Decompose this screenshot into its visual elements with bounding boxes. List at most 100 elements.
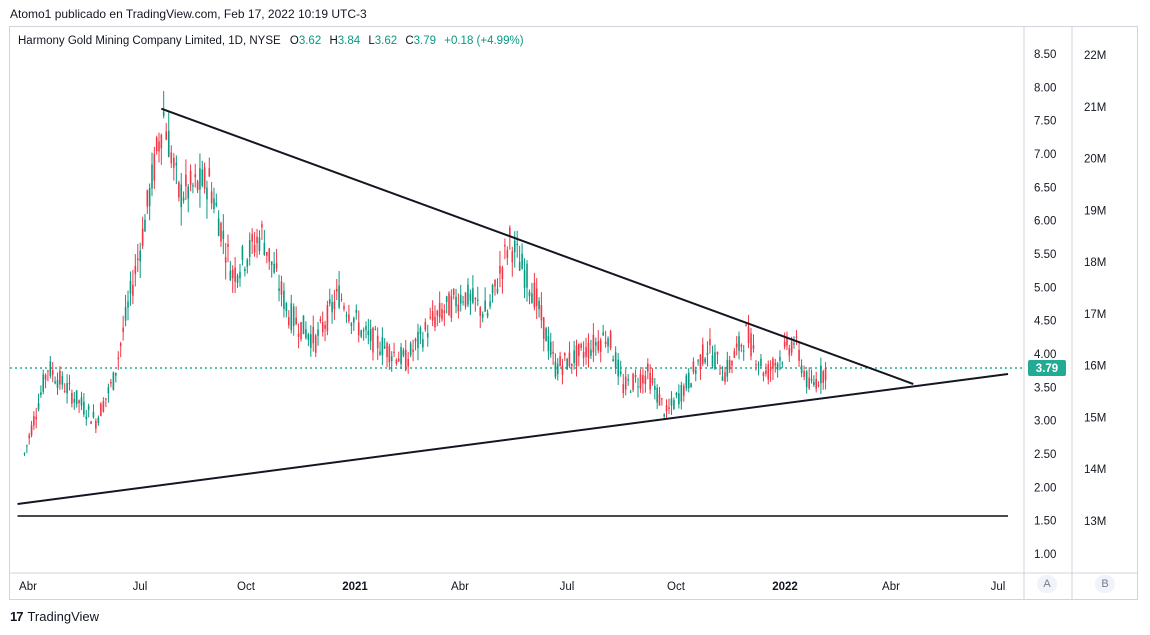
candle-body bbox=[721, 376, 724, 381]
price-tick-label: 2.50 bbox=[1034, 449, 1056, 461]
candle-body bbox=[639, 374, 642, 389]
candle-body bbox=[35, 416, 38, 420]
candle-body bbox=[280, 281, 283, 295]
candle-body bbox=[769, 369, 772, 371]
candle-body bbox=[760, 358, 762, 366]
candle-body bbox=[83, 401, 85, 415]
auto-scale-button[interactable]: A bbox=[1037, 575, 1057, 593]
candle-body bbox=[297, 333, 300, 337]
price-tick-label: 1.50 bbox=[1034, 516, 1056, 528]
tradingview-brand[interactable]: TradingView bbox=[27, 609, 99, 624]
candle-body bbox=[776, 363, 779, 370]
candle-body bbox=[779, 356, 781, 361]
candle-body bbox=[414, 338, 417, 342]
candle-body bbox=[731, 360, 733, 366]
volume-tick-label: 17M bbox=[1084, 309, 1106, 321]
volume-tick-label: 16M bbox=[1084, 361, 1106, 373]
candle-body bbox=[388, 346, 391, 363]
volume-tick-label: 18M bbox=[1084, 257, 1106, 269]
candle-body bbox=[467, 284, 469, 305]
candle-body bbox=[409, 343, 412, 356]
candle-body bbox=[158, 141, 160, 152]
candle-body bbox=[40, 392, 42, 395]
candle-body bbox=[215, 202, 218, 206]
candle-body bbox=[742, 350, 745, 352]
candle-body bbox=[798, 349, 800, 361]
candle-body bbox=[379, 351, 381, 355]
candle-body bbox=[369, 328, 372, 342]
candle-body bbox=[774, 363, 777, 366]
candle-body bbox=[592, 334, 595, 353]
candle-body bbox=[464, 292, 467, 307]
candle-body bbox=[180, 184, 183, 208]
candle-body bbox=[310, 334, 312, 348]
candle-body bbox=[185, 174, 187, 187]
candle-body bbox=[23, 453, 26, 455]
candle-body bbox=[526, 263, 528, 288]
candle-body bbox=[317, 329, 319, 336]
candle-body bbox=[302, 315, 305, 334]
candle-body bbox=[489, 301, 491, 307]
candle-body bbox=[438, 302, 441, 318]
candle-body bbox=[479, 307, 482, 316]
candle-body bbox=[563, 353, 566, 356]
candle-body bbox=[795, 336, 798, 338]
candle-body bbox=[139, 250, 141, 262]
candle-body bbox=[273, 264, 275, 273]
candle-body bbox=[474, 298, 477, 300]
price-tick-label: 8.00 bbox=[1034, 82, 1056, 94]
candle-body bbox=[469, 293, 472, 301]
candle-body bbox=[165, 131, 168, 140]
candle-body bbox=[314, 335, 317, 353]
price-tick-label: 1.00 bbox=[1034, 549, 1056, 561]
price-chart[interactable]: 8.50 8.00 7.50 7.00 6.50 6.00 5.50 5.00 4.50 4.00… bbox=[0, 0, 1150, 635]
candle-body bbox=[285, 303, 288, 312]
candle-body bbox=[670, 398, 673, 406]
log-scale-button[interactable]: B bbox=[1095, 575, 1115, 593]
candle-body bbox=[699, 354, 702, 370]
candle-body bbox=[153, 153, 156, 181]
price-tick-label: 4.50 bbox=[1034, 316, 1056, 328]
candle-body bbox=[144, 219, 146, 232]
candle-body bbox=[175, 162, 178, 166]
price-tick-label: 2.00 bbox=[1034, 482, 1056, 494]
candle-body bbox=[627, 379, 629, 381]
candle-body bbox=[604, 341, 607, 345]
candle-body bbox=[800, 365, 803, 373]
candle-body bbox=[105, 398, 107, 400]
candle-body bbox=[595, 342, 597, 346]
candle-body bbox=[499, 265, 501, 274]
candle-body bbox=[340, 298, 343, 300]
candle-body bbox=[568, 352, 571, 367]
candle-body bbox=[44, 374, 47, 380]
volume-tick-label: 13M bbox=[1084, 516, 1106, 528]
candle-body bbox=[162, 111, 165, 116]
candle-body bbox=[312, 326, 315, 344]
candle-body bbox=[810, 378, 813, 381]
price-tick-label: 5.00 bbox=[1034, 282, 1056, 294]
candle-body bbox=[781, 362, 784, 364]
candle-body bbox=[822, 371, 825, 383]
candle-body bbox=[745, 324, 747, 327]
candle-body bbox=[538, 300, 540, 310]
candle-body bbox=[824, 367, 827, 381]
candle-body bbox=[407, 358, 409, 367]
candle-body bbox=[680, 384, 683, 402]
price-tick-label: 8.50 bbox=[1034, 49, 1056, 61]
candle-body bbox=[239, 271, 241, 279]
candle-body bbox=[92, 411, 95, 418]
candle-body bbox=[535, 288, 538, 306]
candle-body bbox=[513, 240, 516, 253]
candle-body bbox=[331, 302, 333, 313]
candle-body bbox=[747, 326, 750, 344]
volume-tick-label: 21M bbox=[1084, 102, 1106, 114]
candle-body bbox=[365, 325, 367, 331]
time-tick-label: Jul bbox=[991, 581, 1006, 593]
candle-body bbox=[28, 435, 31, 439]
tradingview-logo-icon[interactable]: 17 bbox=[10, 609, 24, 624]
candle-body bbox=[307, 334, 310, 340]
candle-body bbox=[59, 370, 61, 385]
candle-body bbox=[381, 337, 384, 356]
candle-body bbox=[80, 397, 83, 406]
candle-body bbox=[504, 244, 506, 247]
